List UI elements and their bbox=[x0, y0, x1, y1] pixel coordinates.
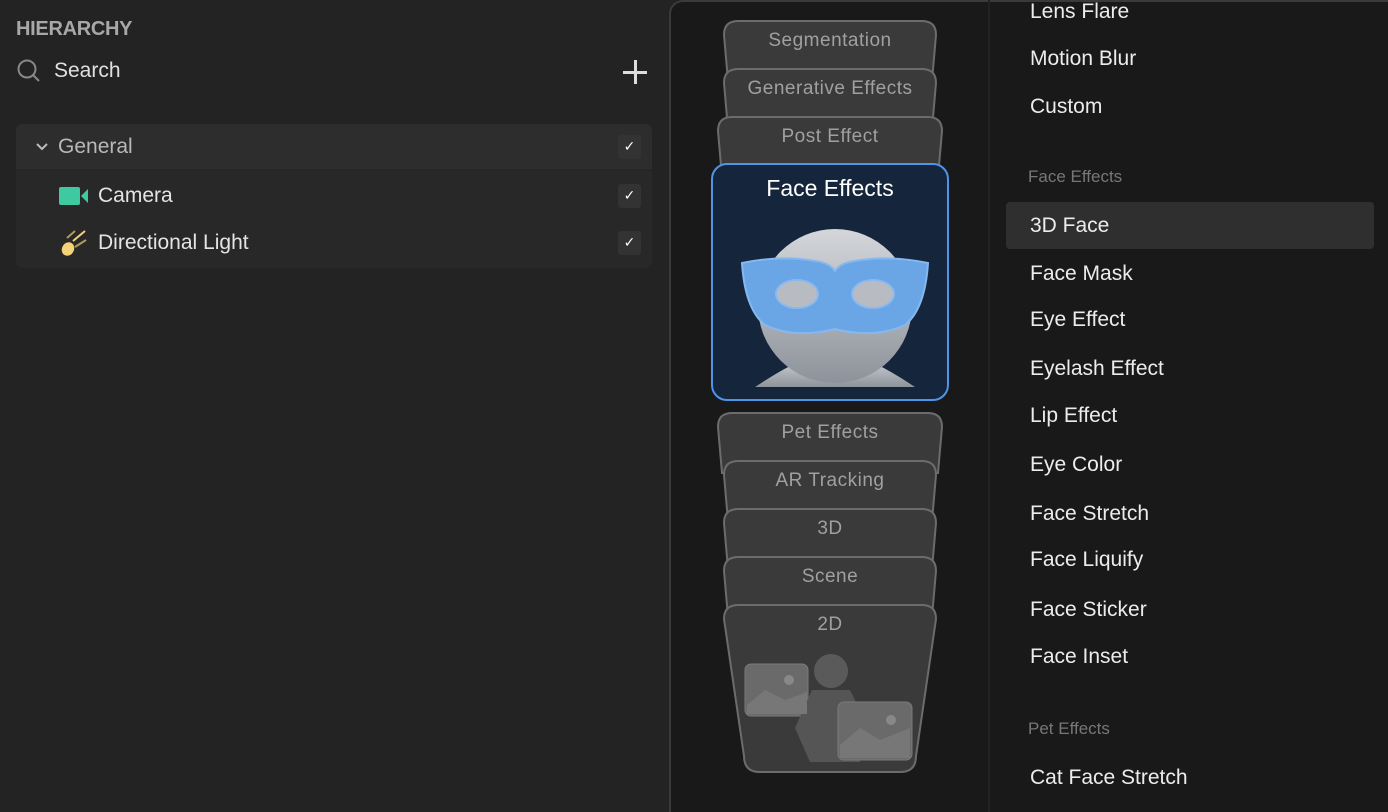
effect-item-face-inset[interactable]: Face Inset bbox=[1006, 633, 1374, 680]
face-mask-icon bbox=[740, 229, 930, 387]
card-label: 3D bbox=[817, 518, 843, 539]
card-label: Generative Effects bbox=[747, 78, 913, 99]
effect-item-eyelash-effect[interactable]: Eyelash Effect bbox=[1006, 345, 1374, 392]
card-label: 2D bbox=[817, 614, 843, 635]
effect-item-eye-color[interactable]: Eye Color bbox=[1006, 441, 1374, 488]
effect-item-face-liquify[interactable]: Face Liquify bbox=[1006, 536, 1374, 583]
effect-item-cat-face-stretch[interactable]: Cat Face Stretch bbox=[1006, 754, 1374, 801]
card-label: Segmentation bbox=[768, 30, 892, 51]
section-header-face-effects: Face Effects bbox=[1028, 167, 1123, 186]
card-label: Pet Effects bbox=[781, 422, 879, 443]
effect-item-motion-blur[interactable]: Motion Blur bbox=[1006, 35, 1374, 82]
effect-item-3d-face[interactable]: 3D Face bbox=[1006, 202, 1374, 249]
card-label: Face Effects bbox=[766, 175, 894, 201]
effect-item-lens-flare[interactable]: Lens Flare bbox=[1006, 0, 1374, 35]
effect-item-lip-effect[interactable]: Lip Effect bbox=[1006, 392, 1374, 439]
card-label: AR Tracking bbox=[775, 470, 885, 491]
effect-item-face-stretch[interactable]: Face Stretch bbox=[1006, 490, 1374, 537]
category-cards bbox=[716, 20, 944, 773]
card-label: Scene bbox=[801, 566, 859, 587]
effect-item-face-mask[interactable]: Face Mask bbox=[1006, 250, 1374, 297]
section-header-pet-effects: Pet Effects bbox=[1028, 719, 1110, 738]
effect-item-face-sticker[interactable]: Face Sticker bbox=[1006, 586, 1374, 633]
effect-item-eye-effect[interactable]: Eye Effect bbox=[1006, 296, 1374, 343]
card-label: Post Effect bbox=[781, 126, 879, 147]
effect-item-custom[interactable]: Custom bbox=[1006, 83, 1374, 130]
category-card-face-effects[interactable]: Face Effects bbox=[711, 163, 949, 401]
